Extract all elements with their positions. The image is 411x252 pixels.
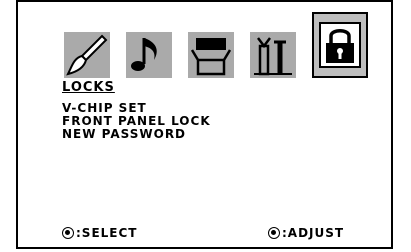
adjust-hint-label: :ADJUST xyxy=(282,226,345,240)
menu-item-new-password[interactable]: NEW PASSWORD xyxy=(62,128,211,141)
tab-locks-inner xyxy=(319,22,361,68)
lock-icon xyxy=(326,29,354,63)
adjust-hint: :ADJUST xyxy=(268,226,344,240)
tab-audio[interactable] xyxy=(126,32,172,78)
music-note-icon xyxy=(131,38,157,71)
select-hint-label: :SELECT xyxy=(76,226,138,240)
select-hint: :SELECT xyxy=(62,226,137,240)
tab-picture[interactable] xyxy=(64,32,110,78)
select-button-icon xyxy=(62,227,74,239)
tab-setup[interactable] xyxy=(188,32,234,78)
menu-frame: LOCKS V-CHIP SET FRONT PANEL LOCK NEW PA… xyxy=(16,0,393,249)
brush-icon xyxy=(66,34,108,76)
menu-tabs xyxy=(64,12,368,78)
tools-icon xyxy=(254,37,292,76)
tv-box-icon xyxy=(190,38,232,76)
adjust-button-icon xyxy=(268,227,280,239)
tab-features[interactable] xyxy=(250,32,296,78)
section-title: LOCKS xyxy=(62,80,115,95)
tab-locks[interactable] xyxy=(312,12,368,78)
locks-menu: V-CHIP SET FRONT PANEL LOCK NEW PASSWORD xyxy=(62,102,211,141)
